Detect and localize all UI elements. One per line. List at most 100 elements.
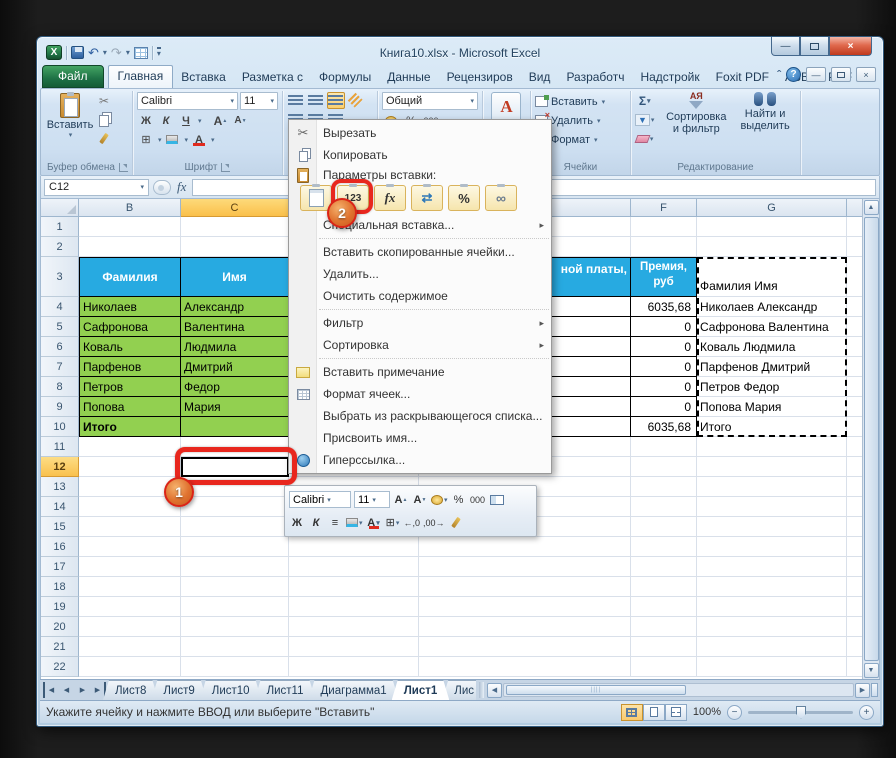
cell-D20[interactable] <box>289 617 419 637</box>
cell-C3[interactable]: Имя <box>181 257 289 297</box>
underline-dropdown-icon[interactable]: ▾ <box>198 117 202 125</box>
mini-center-button[interactable]: ≡ <box>327 514 343 531</box>
mini-grow-font-button[interactable]: A <box>393 491 409 508</box>
cell-G4[interactable]: Николаев Александр <box>697 297 847 317</box>
redo-dropdown-icon[interactable]: ▾ <box>126 48 130 57</box>
vertical-scroll-thumb[interactable] <box>864 217 879 661</box>
tab-split-handle[interactable] <box>871 683 878 697</box>
cell-B2[interactable] <box>79 237 181 257</box>
paste-option-transpose[interactable]: ⇄ <box>411 185 443 211</box>
cell-C13[interactable] <box>181 477 289 497</box>
normal-view-button[interactable] <box>621 704 643 721</box>
paste-option-formatting[interactable]: % <box>448 185 480 211</box>
row-header-2[interactable]: 2 <box>41 237 79 257</box>
shrink-font-button[interactable]: A <box>231 112 249 129</box>
menu-item-cut[interactable]: Вырезать✂ <box>289 122 551 144</box>
customize-qat-icon[interactable]: ▾ <box>157 47 161 58</box>
cell-E22[interactable] <box>419 657 631 677</box>
menu-item-filter[interactable]: Фильтр▸ <box>289 312 551 334</box>
underline-button[interactable]: Ч <box>177 112 195 129</box>
tab-вставка[interactable]: Вставка <box>173 67 234 88</box>
mini-font-color-button[interactable]: А▾ <box>366 514 382 531</box>
font-name-combo[interactable]: Calibri▾ <box>137 92 238 110</box>
cell-C2[interactable] <box>181 237 289 257</box>
row-header-21[interactable]: 21 <box>41 637 79 657</box>
fill-color-button[interactable] <box>163 131 181 148</box>
scroll-right-icon[interactable]: ▶ <box>855 683 870 698</box>
cell-F15[interactable] <box>631 517 697 537</box>
borders-button[interactable]: ⊞ <box>137 131 155 148</box>
cell-D19[interactable] <box>289 597 419 617</box>
title-bar[interactable]: X ↶▾ ↷▾ ▾ Книга10.xlsx - Microsoft Excel… <box>40 40 880 65</box>
zoom-level[interactable]: 100% <box>693 706 721 718</box>
cell-E20[interactable] <box>419 617 631 637</box>
row-header-18[interactable]: 18 <box>41 577 79 597</box>
cell-G18[interactable] <box>697 577 847 597</box>
cell-B11[interactable] <box>79 437 181 457</box>
row-header-20[interactable]: 20 <box>41 617 79 637</box>
sheet-tab-лист9[interactable]: Лист9 <box>151 680 206 700</box>
mini-decrease-decimal-button[interactable]: ←,0 <box>404 514 421 531</box>
menu-item-insert-note[interactable]: Вставить примечание <box>289 361 551 383</box>
align-middle-button[interactable] <box>307 92 325 109</box>
cell-F22[interactable] <box>631 657 697 677</box>
redo-icon[interactable]: ↷ <box>111 46 122 59</box>
mini-merge-button[interactable] <box>489 491 505 508</box>
cell-F6[interactable]: 0 <box>631 337 697 357</box>
copy-icon[interactable] <box>95 111 113 128</box>
cell-G7[interactable]: Парфенов Дмитрий <box>697 357 847 377</box>
mini-comma-button[interactable]: 000 <box>470 491 486 508</box>
name-box[interactable]: C12▾ <box>44 179 149 196</box>
cell-G6[interactable]: Коваль Людмила <box>697 337 847 357</box>
column-header-G[interactable]: G <box>697 199 847 217</box>
menu-item-copy[interactable]: Копировать <box>289 144 551 166</box>
cell-E16[interactable] <box>419 537 631 557</box>
cell-B4[interactable]: Николаев <box>79 297 181 317</box>
cell-F19[interactable] <box>631 597 697 617</box>
cell-G12[interactable] <box>697 457 847 477</box>
cell-F4[interactable]: 6035,68 <box>631 297 697 317</box>
cell-C22[interactable] <box>181 657 289 677</box>
sheet-tab-диаграмма1[interactable]: Диаграмма1 <box>309 680 399 700</box>
prev-sheet-icon[interactable]: ◀ <box>59 682 74 698</box>
cell-B19[interactable] <box>79 597 181 617</box>
cell-G16[interactable] <box>697 537 847 557</box>
row-header-1[interactable]: 1 <box>41 217 79 237</box>
cell-B20[interactable] <box>79 617 181 637</box>
mini-format-painter-button[interactable] <box>448 514 464 531</box>
cell-C12[interactable] <box>181 457 289 477</box>
cell-D22[interactable] <box>289 657 419 677</box>
row-header-17[interactable]: 17 <box>41 557 79 577</box>
cell-G19[interactable] <box>697 597 847 617</box>
row-header-16[interactable]: 16 <box>41 537 79 557</box>
menu-item-hyperlink[interactable]: Гиперссылка... <box>289 449 551 471</box>
close-button[interactable]: × <box>829 37 872 56</box>
sheet-tab-лист1[interactable]: Лист1 <box>392 680 450 700</box>
cell-E17[interactable] <box>419 557 631 577</box>
cell-B5[interactable]: Сафронова <box>79 317 181 337</box>
row-header-19[interactable]: 19 <box>41 597 79 617</box>
cell-C11[interactable] <box>181 437 289 457</box>
menu-item-clear-contents[interactable]: Очистить содержимое <box>289 285 551 307</box>
cell-D21[interactable] <box>289 637 419 657</box>
cell-E19[interactable] <box>419 597 631 617</box>
align-top-button[interactable] <box>287 92 305 109</box>
mini-font-name-combo[interactable]: Calibri▾ <box>289 491 351 508</box>
menu-item-delete[interactable]: Удалить... <box>289 263 551 285</box>
zoom-in-icon[interactable]: + <box>859 705 874 720</box>
cell-B15[interactable] <box>79 517 181 537</box>
mini-italic-button[interactable]: К <box>308 514 324 531</box>
tab-foxit-pdf[interactable]: Foxit PDF <box>708 67 777 88</box>
row-header-10[interactable]: 10 <box>41 417 79 437</box>
row-header-15[interactable]: 15 <box>41 517 79 537</box>
last-sheet-icon[interactable]: ▶ <box>91 682 106 698</box>
paste-button[interactable]: Вставить ▾ <box>47 92 93 139</box>
cut-icon[interactable]: ✂ <box>95 92 113 109</box>
cell-B17[interactable] <box>79 557 181 577</box>
cell-F8[interactable]: 0 <box>631 377 697 397</box>
autosum-button[interactable]: Σ▾ <box>635 92 654 109</box>
cell-B22[interactable] <box>79 657 181 677</box>
workbook-close-button[interactable]: × <box>856 67 876 82</box>
cell-C10[interactable] <box>181 417 289 437</box>
scroll-left-icon[interactable]: ◀ <box>487 683 502 698</box>
